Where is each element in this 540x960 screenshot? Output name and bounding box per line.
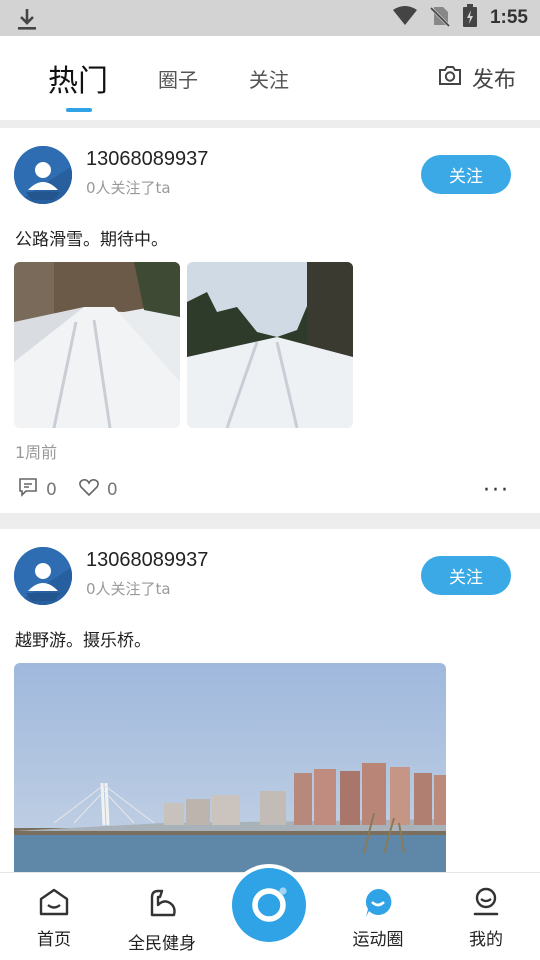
camera-lens-icon — [232, 868, 306, 942]
wifi-icon — [392, 6, 418, 30]
download-icon — [16, 7, 38, 35]
nav-home-label: 首页 — [37, 930, 71, 950]
post-username[interactable]: 13068089937 — [86, 549, 208, 572]
nav-fitness-label: 全民健身 — [128, 934, 196, 954]
post-photo-snowy-road[interactable] — [14, 262, 180, 428]
like-count: 0 — [106, 479, 118, 500]
clock-time: 1:55 — [489, 7, 528, 28]
tab-circles[interactable]: 圈子 — [158, 36, 198, 120]
camera-icon — [438, 64, 462, 92]
follower-count-text: 0人关注了ta — [86, 179, 171, 197]
nav-sports-circle[interactable]: 运动圈 — [328, 873, 428, 960]
nav-profile-label: 我的 — [469, 930, 503, 950]
comment-icon[interactable] — [18, 477, 38, 502]
post-photo-snowy-trail[interactable] — [187, 262, 353, 428]
follower-count-text: 0人关注了ta — [86, 580, 171, 598]
battery-charging-icon — [462, 4, 478, 32]
home-icon — [38, 887, 70, 921]
no-sim-icon — [429, 5, 451, 31]
nav-sports-circle-label: 运动圈 — [352, 930, 404, 950]
top-tab-bar: 热门 圈子 关注 发布 — [0, 36, 540, 120]
post-card: 13068089937 0人关注了ta 关注 越野游。摄乐桥。 — [0, 529, 540, 889]
publish-button[interactable]: 发布 — [438, 36, 516, 120]
center-action-button[interactable] — [228, 864, 310, 946]
post-card: 13068089937 0人关注了ta 关注 公路滑雪。期待中。 1周前 0 0… — [0, 128, 540, 513]
post-text: 越野游。摄乐桥。 — [15, 631, 151, 651]
avatar[interactable] — [14, 146, 72, 204]
sports-circle-icon — [363, 887, 393, 923]
post-actions: 0 0 — [18, 477, 140, 502]
like-heart-icon[interactable] — [78, 478, 99, 501]
post-text: 公路滑雪。期待中。 — [15, 230, 168, 250]
avatar[interactable] — [14, 547, 72, 605]
muscle-icon — [146, 887, 178, 923]
post-photo-river-bridge[interactable] — [14, 663, 446, 889]
post-feed[interactable]: 13068089937 0人关注了ta 关注 公路滑雪。期待中。 1周前 0 0… — [0, 128, 540, 889]
post-username[interactable]: 13068089937 — [86, 148, 208, 171]
comment-count: 0 — [46, 479, 57, 500]
tab-following[interactable]: 关注 — [249, 36, 289, 120]
nav-home[interactable]: 首页 — [4, 873, 104, 960]
nav-fitness[interactable]: 全民健身 — [112, 873, 212, 960]
publish-label: 发布 — [471, 68, 516, 93]
more-options-icon[interactable]: ··· — [483, 478, 510, 503]
profile-icon — [472, 887, 500, 921]
follow-button[interactable]: 关注 — [421, 155, 511, 194]
active-tab-indicator — [66, 108, 92, 112]
post-time: 1周前 — [15, 443, 58, 462]
nav-profile[interactable]: 我的 — [436, 873, 536, 960]
status-bar: 1:55 — [0, 0, 540, 36]
follow-button[interactable]: 关注 — [421, 556, 511, 595]
